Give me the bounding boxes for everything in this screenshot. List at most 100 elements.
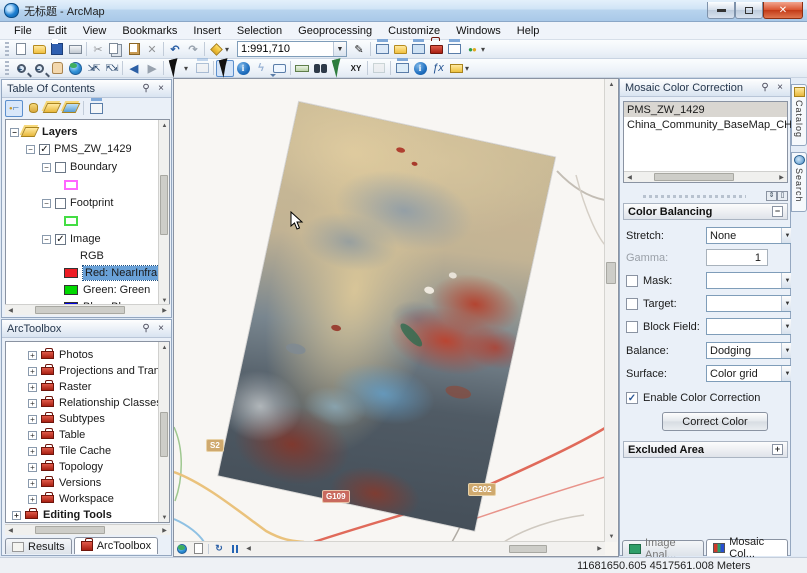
layers-label[interactable]: Layers [42,126,77,138]
toc-options-icon[interactable] [87,100,105,117]
collapse-icon[interactable]: − [42,199,51,208]
add-data-icon[interactable] [207,41,225,58]
add-data-dropdown-icon[interactable]: ▾ [225,45,234,54]
green-band-label[interactable]: Green: Green [83,284,150,296]
map-scale-input[interactable] [238,43,333,55]
toolbox-item[interactable]: +Topology [28,459,103,475]
scrollbar-thumb[interactable] [654,173,734,181]
time-slider-icon[interactable] [370,60,388,77]
toolbox-label[interactable]: Subtypes [59,413,105,425]
target-dropdown[interactable]: ▼ [706,295,794,312]
fixed-zoom-out-icon[interactable]: ⇱⇲ [102,60,120,77]
expand-icon[interactable]: + [28,383,37,392]
refresh-view-icon[interactable]: ↻ [211,542,227,555]
scrollbar-thumb[interactable] [160,412,168,457]
menu-edit[interactable]: Edit [40,23,75,39]
scroll-right-icon[interactable]: ▶ [159,525,170,536]
toolbox-item[interactable]: +Relationship Classes [28,395,162,411]
function-editor-icon[interactable]: ƒx [429,60,447,77]
toolbar-grip[interactable] [5,61,9,75]
footprint-symbol-swatch[interactable] [64,216,78,226]
select-features-dropdown-icon[interactable]: ▾ [184,64,193,73]
expand-icon[interactable]: + [28,447,37,456]
color-balancing-header[interactable]: Color Balancing − [623,203,788,220]
menu-windows[interactable]: Windows [448,23,509,39]
toolbox-label[interactable]: Topology [59,461,103,473]
scroll-up-icon[interactable]: ▲ [159,120,170,131]
toc-sublayer-footprint[interactable]: − Footprint [42,195,113,211]
panel-splitter[interactable]: ⇕ ▯ [623,191,788,201]
map-vertical-scrollbar[interactable]: ▲ ▼ [604,79,617,542]
scroll-left-icon[interactable]: ◀ [243,543,254,554]
mask-dropdown[interactable]: ▼ [706,272,794,289]
expand-icon[interactable]: + [28,367,37,376]
list-by-selection-icon[interactable] [62,100,80,117]
find-binoculars-icon[interactable] [311,60,329,77]
python-window-icon[interactable] [445,41,463,58]
expand-icon[interactable]: + [28,495,37,504]
paste-icon[interactable] [125,41,143,58]
correct-color-button[interactable]: Correct Color [662,412,768,431]
copy-icon[interactable] [107,41,125,58]
editor-toolbar-icon[interactable]: ✎ [350,41,368,58]
tab-arctoolbox[interactable]: ArcToolbox [74,537,158,554]
menu-bookmarks[interactable]: Bookmarks [114,23,185,39]
close-icon[interactable]: × [154,82,168,95]
clear-selection-icon[interactable] [193,60,211,77]
scrollbar-thumb[interactable] [35,526,105,534]
delete-icon[interactable]: ✕ [143,41,161,58]
save-icon[interactable] [48,41,66,58]
pin-icon[interactable]: ⚲ [139,322,153,335]
enable-color-correction-checkbox[interactable]: ✓ [626,392,638,404]
collapse-icon[interactable]: − [26,145,35,154]
collapse-section-icon[interactable]: − [772,206,783,217]
expand-icon[interactable]: + [28,399,37,408]
menu-view[interactable]: View [75,23,115,39]
open-folder-icon[interactable] [30,41,48,58]
table-of-contents-icon[interactable] [373,41,391,58]
layout-view-icon[interactable] [190,542,206,555]
expand-section-icon[interactable]: + [772,444,783,455]
find-route-icon[interactable] [329,60,347,77]
close-icon[interactable]: × [773,81,787,94]
toc-sublayer-image[interactable]: − ✓ Image [42,231,101,247]
arctoolbox-horizontal-scrollbar[interactable]: ◀ ▶ [5,524,170,535]
footprint-symbol-row[interactable] [64,213,83,229]
red-band-swatch[interactable] [64,268,78,278]
toc-sublayer-boundary[interactable]: − Boundary [42,159,117,175]
block-field-dropdown[interactable]: ▼ [706,318,794,335]
red-band-label[interactable]: Red: NearInfra [83,266,159,280]
toolbox-item[interactable]: +Subtypes [28,411,105,427]
map-scale-combo[interactable]: ▼ [237,41,347,57]
catalog-window-icon[interactable] [391,41,409,58]
print-icon[interactable] [66,41,84,58]
identify-icon[interactable]: i [234,60,252,77]
menu-file[interactable]: File [6,23,40,39]
tab-mosaic-color[interactable]: Mosaic Col... [706,539,788,556]
fixed-zoom-in-icon[interactable]: ⇲⇱ [84,60,102,77]
toolbox-item[interactable]: +Table [28,427,85,443]
list-by-visibility-icon[interactable] [43,100,61,117]
scrollbar-thumb[interactable] [35,306,125,314]
list-by-source-icon[interactable] [24,100,42,117]
toc-layer-pms[interactable]: − ✓ PMS_ZW_1429 [26,141,132,157]
modelbuilder-icon[interactable]: ●● [463,41,481,58]
zoom-out-icon[interactable]: − [30,60,48,77]
scroll-left-icon[interactable]: ◀ [5,305,16,316]
pause-drawing-icon[interactable] [227,542,243,555]
toolbox-item[interactable]: + Projections and Transfo [28,363,170,379]
image-information-icon[interactable]: i [411,60,429,77]
close-icon[interactable]: × [154,322,168,335]
toc-horizontal-scrollbar[interactable]: ◀ ▶ [5,304,170,315]
toolbox-label[interactable]: Projections and Transfo [59,365,170,377]
menu-help[interactable]: Help [509,23,548,39]
list-by-drawing-order-icon[interactable]: 🞄⌐ [5,100,23,117]
scroll-down-icon[interactable]: ▼ [605,531,618,542]
pan-hand-icon[interactable] [48,60,66,77]
html-popup-icon[interactable] [270,60,288,77]
mosaic-layer-item[interactable]: China_Community_BaseMap_CHN [624,117,787,132]
gamma-input[interactable]: 1 [706,249,768,266]
toolbar-grip[interactable] [5,42,9,56]
expand-icon[interactable]: + [28,479,37,488]
menu-selection[interactable]: Selection [229,23,290,39]
